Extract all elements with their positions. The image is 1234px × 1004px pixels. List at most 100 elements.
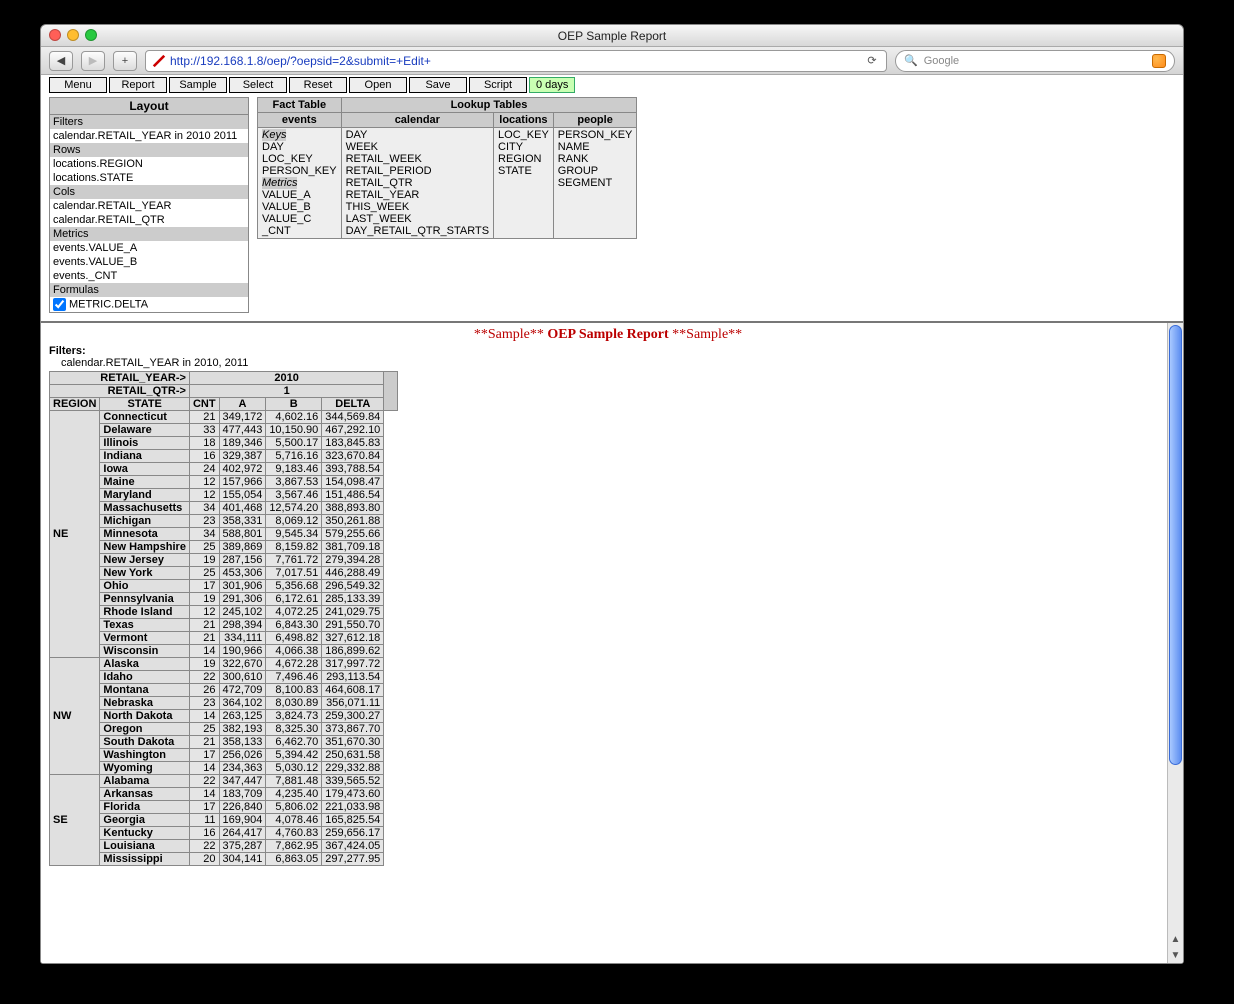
delta-cell: 351,670.30 [322, 736, 384, 749]
sample-button[interactable]: Sample [169, 77, 227, 93]
a-cell: 322,670 [219, 658, 266, 671]
cnt-cell: 12 [189, 606, 219, 619]
b-cell: 4,760.83 [266, 827, 322, 840]
layout-section-rows[interactable]: Rows [50, 143, 248, 157]
a-cell: 245,102 [219, 606, 266, 619]
delta-cell: 293,113.54 [322, 671, 384, 684]
browser-toolbar: ◀ ▶ + http://192.168.1.8/oep/?oepsid=2&s… [41, 47, 1183, 75]
schema-people-list[interactable]: PERSON_KEYNAMERANKGROUPSEGMENT [553, 128, 637, 239]
schema-col-locations[interactable]: locations [494, 113, 554, 128]
table-row: New Jersey19287,1567,761.72279,394.28 [50, 554, 398, 567]
state-cell: Mississippi [100, 853, 190, 866]
schema-calendar-list[interactable]: DAYWEEKRETAIL_WEEKRETAIL_PERIODRETAIL_QT… [341, 128, 493, 239]
table-row: New York25453,3067,017.51446,288.49 [50, 567, 398, 580]
cnt-cell: 21 [189, 736, 219, 749]
reload-icon[interactable]: ⟳ [864, 54, 880, 67]
minimize-icon[interactable] [67, 29, 79, 41]
a-cell: 183,709 [219, 788, 266, 801]
delta-cell: 317,997.72 [322, 658, 384, 671]
delta-cell: 221,033.98 [322, 801, 384, 814]
scroll-down-icon[interactable]: ▼ [1168, 947, 1183, 963]
layout-item[interactable]: calendar.RETAIL_YEAR [50, 199, 248, 213]
layout-item[interactable]: locations.STATE [50, 171, 248, 185]
table-row: South Dakota21358,1336,462.70351,670.30 [50, 736, 398, 749]
a-cell: 298,394 [219, 619, 266, 632]
state-cell: Kentucky [100, 827, 190, 840]
formula-checkbox[interactable] [53, 298, 66, 311]
delta-cell: 259,300.27 [322, 710, 384, 723]
cnt-cell: 21 [189, 619, 219, 632]
layout-item[interactable]: events.VALUE_A [50, 241, 248, 255]
b-cell: 8,030.89 [266, 697, 322, 710]
report-button[interactable]: Report [109, 77, 167, 93]
layout-section-filters[interactable]: Filters [50, 115, 248, 129]
delta-cell: 323,670.84 [322, 450, 384, 463]
delta-cell: 183,845.83 [322, 437, 384, 450]
table-row: Florida17226,8405,806.02221,033.98 [50, 801, 398, 814]
scroll-up-icon[interactable]: ▲ [1168, 931, 1183, 947]
cnt-cell: 34 [189, 528, 219, 541]
rss-icon[interactable] [1152, 54, 1166, 68]
menu-button[interactable]: Menu [49, 77, 107, 93]
schema-col-calendar[interactable]: calendar [341, 113, 493, 128]
cnt-cell: 20 [189, 853, 219, 866]
a-cell: 382,193 [219, 723, 266, 736]
schema-events-list[interactable]: KeysDAYLOC_KEYPERSON_KEYMetricsVALUE_AVA… [258, 128, 342, 239]
a-cell: 287,156 [219, 554, 266, 567]
cnt-cell: 12 [189, 489, 219, 502]
table-row: Massachusetts34401,46812,574.20388,893.8… [50, 502, 398, 515]
a-cell: 169,904 [219, 814, 266, 827]
b-cell: 4,235.40 [266, 788, 322, 801]
reset-button[interactable]: Reset [289, 77, 347, 93]
a-cell: 364,102 [219, 697, 266, 710]
schema-col-events[interactable]: events [258, 113, 342, 128]
delta-cell: 241,029.75 [322, 606, 384, 619]
layout-item[interactable]: calendar.RETAIL_YEAR in 2010 2011 [50, 129, 248, 143]
state-cell: Rhode Island [100, 606, 190, 619]
table-row: Iowa24402,9729,183.46393,788.54 [50, 463, 398, 476]
b-cell: 9,183.46 [266, 463, 322, 476]
search-input[interactable]: 🔍 Google [895, 50, 1175, 72]
state-cell: Massachusetts [100, 502, 190, 515]
vertical-scrollbar[interactable]: ▲ ▼ [1167, 323, 1183, 963]
delta-cell: 350,261.88 [322, 515, 384, 528]
zoom-icon[interactable] [85, 29, 97, 41]
layout-heading: Layout [49, 97, 249, 115]
layout-item[interactable]: calendar.RETAIL_QTR [50, 213, 248, 227]
save-button[interactable]: Save [409, 77, 467, 93]
state-cell: New York [100, 567, 190, 580]
layout-item[interactable]: locations.REGION [50, 157, 248, 171]
delta-cell: 446,288.49 [322, 567, 384, 580]
back-button[interactable]: ◀ [49, 51, 73, 71]
a-cell: 155,054 [219, 489, 266, 502]
qtr-value: 1 [189, 385, 383, 398]
a-cell: 349,172 [219, 411, 266, 424]
layout-item[interactable]: events.VALUE_B [50, 255, 248, 269]
close-icon[interactable] [49, 29, 61, 41]
table-row: Minnesota34588,8019,545.34579,255.66 [50, 528, 398, 541]
forward-button[interactable]: ▶ [81, 51, 105, 71]
b-cell: 3,824.73 [266, 710, 322, 723]
layout-section-formulas[interactable]: Formulas [50, 283, 248, 297]
select-button[interactable]: Select [229, 77, 287, 93]
b-cell: 4,078.46 [266, 814, 322, 827]
search-placeholder: Google [924, 55, 959, 67]
url-bar[interactable]: http://192.168.1.8/oep/?oepsid=2&submit=… [145, 50, 887, 72]
add-button[interactable]: + [113, 51, 137, 71]
layout-item[interactable]: METRIC.DELTA [50, 297, 248, 312]
col-DELTA: DELTA [322, 398, 384, 411]
schema-col-people[interactable]: people [553, 113, 637, 128]
layout-section-cols[interactable]: Cols [50, 185, 248, 199]
layout-section-metrics[interactable]: Metrics [50, 227, 248, 241]
table-row: Mississippi20304,1416,863.05297,277.95 [50, 853, 398, 866]
table-row: Maine12157,9663,867.53154,098.47 [50, 476, 398, 489]
layout-item[interactable]: events._CNT [50, 269, 248, 283]
open-button[interactable]: Open [349, 77, 407, 93]
schema-locations-list[interactable]: LOC_KEYCITYREGIONSTATE [494, 128, 554, 239]
scrollbar-thumb[interactable] [1169, 325, 1182, 765]
table-row: Michigan23358,3318,069.12350,261.88 [50, 515, 398, 528]
a-cell: 358,133 [219, 736, 266, 749]
delta-cell: 291,550.70 [322, 619, 384, 632]
script-button[interactable]: Script [469, 77, 527, 93]
layout-panel: Layout Filterscalendar.RETAIL_YEAR in 20… [49, 97, 249, 313]
